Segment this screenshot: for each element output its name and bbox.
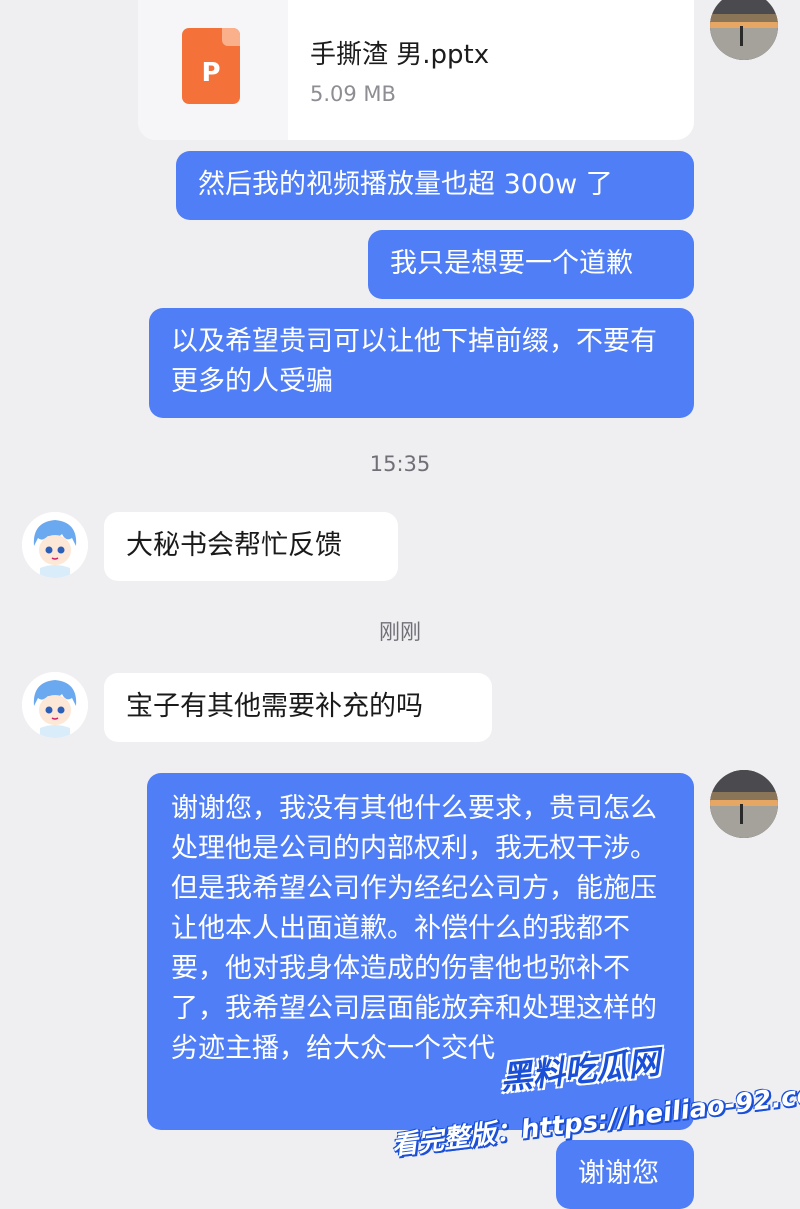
user-avatar[interactable] — [710, 0, 778, 60]
assistant-avatar[interactable] — [22, 672, 88, 738]
outgoing-message-bubble[interactable]: 以及希望贵司可以让他下掉前缀，不要有更多的人受骗 — [149, 308, 694, 418]
chat-timestamp: 15:35 — [369, 452, 431, 476]
incoming-message-bubble[interactable]: 大秘书会帮忙反馈 — [104, 512, 398, 581]
file-size: 5.09 MB — [310, 82, 396, 106]
incoming-message-bubble[interactable]: 宝子有其他需要补充的吗 — [104, 673, 492, 742]
outgoing-message-bubble[interactable]: 然后我的视频播放量也超 300w 了 — [176, 151, 694, 220]
user-avatar[interactable] — [710, 770, 778, 838]
file-icon-letter: P — [201, 58, 221, 88]
file-name: 手撕渣 男.pptx — [310, 40, 490, 70]
pptx-file-icon: P — [182, 28, 240, 104]
chat-timestamp: 刚刚 — [379, 620, 421, 644]
file-icon-panel: P — [138, 0, 288, 140]
file-message-card[interactable]: P 手撕渣 男.pptx 5.09 MB — [138, 0, 694, 140]
outgoing-message-bubble[interactable]: 谢谢您 — [556, 1140, 694, 1209]
assistant-avatar[interactable] — [22, 512, 88, 578]
outgoing-message-bubble[interactable]: 我只是想要一个道歉 — [368, 230, 694, 299]
